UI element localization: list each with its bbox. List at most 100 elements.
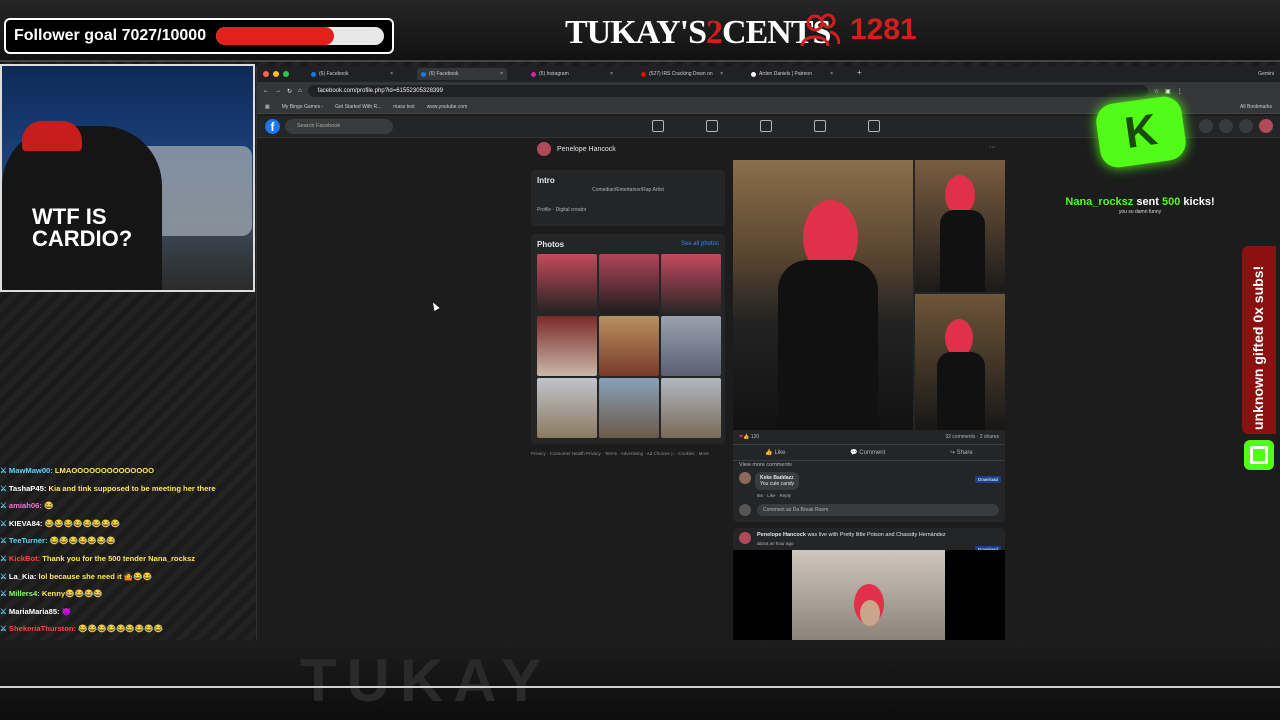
like-button[interactable]: 👍 Like — [765, 449, 785, 456]
maximize-window-button[interactable] — [283, 71, 289, 77]
comment-button[interactable]: 💬 Comment — [850, 449, 885, 456]
kick-logo-icon: K — [1093, 94, 1189, 170]
new-tab-icon[interactable]: + — [857, 68, 862, 80]
close-tab-icon[interactable]: × — [500, 71, 503, 77]
back-icon[interactable]: ← — [263, 88, 269, 94]
bookmark-star-icon[interactable]: ☆ — [1154, 88, 1159, 95]
comment-share-counts[interactable]: 32 comments · 2 shares — [945, 434, 999, 440]
kick-alert-user: Nana_rocksz — [1065, 196, 1134, 208]
browser-tab[interactable]: (6) Facebook × — [417, 68, 507, 80]
kick-alert: Nana_rocksz sent 500 kicks! you so damn … — [1040, 196, 1240, 215]
home-icon[interactable]: ⌂ — [298, 88, 302, 94]
profile-more-button[interactable]: ··· — [989, 144, 996, 151]
extensions-icon[interactable]: ▣ — [1165, 88, 1171, 95]
post-actions: 👍 Like 💬 Comment ↪ Share — [733, 444, 1005, 461]
photos-card: Photos See all photos — [531, 234, 725, 444]
chat-username[interactable]: TashaP45 — [9, 484, 44, 493]
share-button[interactable]: ↪ Share — [950, 449, 973, 456]
close-tab-icon[interactable]: × — [830, 71, 833, 77]
tab-label: (6) Facebook — [429, 71, 459, 77]
reaction-count[interactable]: ❤👍 120 — [739, 434, 759, 440]
photo-thumbnail[interactable] — [599, 254, 659, 314]
browser-tab[interactable]: (5) Instagram × — [527, 68, 617, 80]
live-post-header: Penelope Hancock was live with Pretty li… — [757, 532, 946, 538]
photo-thumbnail[interactable] — [661, 378, 721, 438]
photo-thumbnail[interactable] — [599, 316, 659, 376]
chat-message: ⚔ Millers4: Kenny😂😂😂😂 — [0, 585, 290, 603]
bookmark-item[interactable]: www.youtube.com — [427, 104, 468, 110]
stream-watermark: TUKAY — [300, 647, 552, 714]
menu-icon[interactable]: ⋮ — [1177, 88, 1183, 95]
apps-icon[interactable]: ▦ — [265, 104, 270, 110]
close-window-button[interactable] — [263, 71, 269, 77]
profile-name[interactable]: Penelope Hancock — [557, 146, 616, 153]
menu-grid-icon[interactable] — [1199, 119, 1213, 133]
photo-thumbnail[interactable] — [661, 254, 721, 314]
chat-username[interactable]: amiah06 — [9, 501, 39, 510]
close-tab-icon[interactable]: × — [610, 71, 613, 77]
bookmark-item[interactable]: My Bingo Games - — [282, 104, 323, 110]
view-more-comments-link[interactable]: View more comments — [739, 462, 792, 468]
chat-username[interactable]: La_Kia — [9, 572, 34, 581]
facebook-footer-links[interactable]: Privacy · Consumer Health Privacy · Term… — [531, 450, 725, 457]
chat-username[interactable]: KIEVA84 — [9, 519, 40, 528]
pages-tab-icon[interactable] — [706, 120, 718, 132]
chat-message-text: 😂😂😂😂😂😂😂😂 — [44, 518, 121, 528]
chat-username[interactable]: MawMaw00 — [9, 466, 50, 475]
tab-label: (6) Facebook — [319, 71, 349, 77]
all-bookmarks-button[interactable]: All Bookmarks — [1240, 104, 1272, 110]
live-post-time[interactable]: about an hour ago — [757, 541, 794, 546]
see-all-photos-link[interactable]: See all photos — [681, 241, 719, 247]
chat-username[interactable]: Millers4 — [9, 589, 37, 598]
live-post-author[interactable]: Penelope Hancock — [757, 532, 806, 538]
marketplace-tab-icon[interactable] — [868, 120, 880, 132]
chat-username[interactable]: TeeTurner — [9, 536, 45, 545]
chat-username[interactable]: MariaMaria85 — [9, 607, 57, 616]
facebook-search-input[interactable]: Search Facebook — [285, 119, 393, 134]
chat-message-text: 😂 — [43, 501, 54, 511]
url-field[interactable]: facebook.com/profile.php?id=615523053283… — [307, 85, 1148, 97]
live-post-avatar[interactable] — [739, 532, 751, 544]
notifications-icon[interactable] — [1239, 119, 1253, 133]
write-comment-input[interactable]: Comment as Da Break Room — [757, 504, 999, 516]
gemini-button[interactable]: Gemini — [1258, 71, 1274, 77]
video-tab-icon[interactable] — [760, 120, 772, 132]
profile-avatar[interactable] — [537, 142, 551, 156]
comment-meta[interactable]: 8m · Like · Reply — [757, 493, 791, 498]
close-tab-icon[interactable]: × — [390, 71, 393, 77]
browser-tab[interactable]: (6) Facebook × — [307, 68, 397, 80]
browser-tab[interactable]: Arden Daniels | Patreon × — [747, 68, 837, 80]
home-tab-icon[interactable] — [652, 120, 664, 132]
forward-icon[interactable]: → — [275, 88, 281, 94]
browser-tab[interactable]: (527) IRS Cracking Down on × — [637, 68, 727, 80]
kick-alert-mid: sent — [1133, 196, 1162, 208]
webcam-feed: WTF IS CARDIO? — [0, 64, 255, 292]
chat-message: ⚔ ShekeriaThurston: 😂😂😂😂😂😂😂😂😂 — [0, 620, 290, 638]
reload-icon[interactable]: ↻ — [287, 88, 292, 95]
photo-thumbnail[interactable] — [537, 254, 597, 314]
chat-badge-icon: ⚔ — [0, 536, 9, 546]
bookmark-item[interactable]: mass text — [393, 104, 414, 110]
photo-thumbnail[interactable] — [537, 316, 597, 376]
photo-thumbnail[interactable] — [661, 316, 721, 376]
post-images[interactable] — [733, 160, 1005, 430]
minimize-window-button[interactable] — [273, 71, 279, 77]
live-video-player[interactable] — [733, 550, 1005, 640]
tab-favicon-icon — [751, 71, 756, 77]
post-side-image[interactable] — [915, 294, 1005, 430]
facebook-logo-icon[interactable]: f — [265, 119, 280, 134]
chat-username[interactable]: ShekeriaThurston — [9, 624, 74, 633]
bookmark-item[interactable]: Get Started With R... — [335, 104, 381, 110]
messenger-icon[interactable] — [1219, 119, 1233, 133]
commenter-avatar[interactable] — [739, 472, 751, 484]
account-avatar[interactable] — [1259, 119, 1273, 133]
ads-tab-icon[interactable] — [814, 120, 826, 132]
download-button[interactable]: Download — [974, 476, 1001, 483]
close-tab-icon[interactable]: × — [720, 71, 723, 77]
photo-thumbnail[interactable] — [599, 378, 659, 438]
stream-bottom-bar: TUKAY — [0, 640, 1280, 720]
chat-username[interactable]: KickBot — [9, 554, 38, 563]
photo-thumbnail[interactable] — [537, 378, 597, 438]
post-side-image[interactable] — [915, 160, 1005, 292]
post-main-image[interactable] — [733, 160, 913, 430]
